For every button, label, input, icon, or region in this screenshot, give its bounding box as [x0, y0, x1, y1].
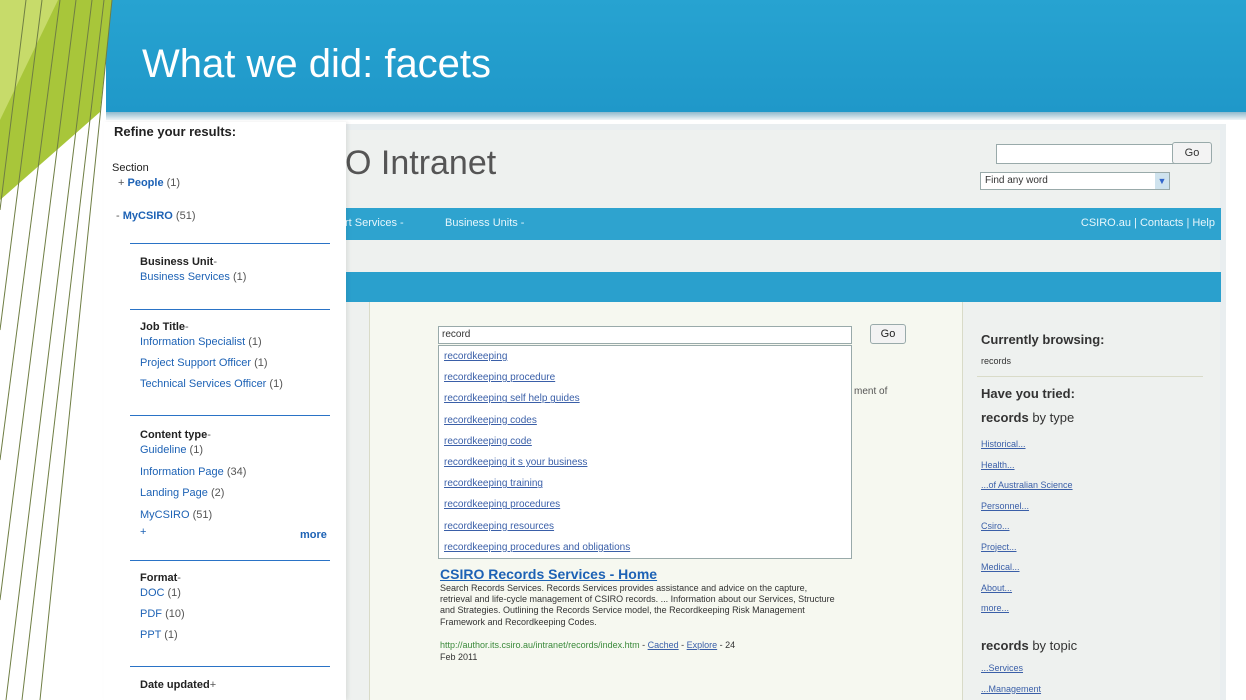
result-title-link[interactable]: CSIRO Records Services - Home	[440, 566, 657, 582]
main-go-button[interactable]: Go	[870, 324, 906, 344]
nav-item-business-units[interactable]: Business Units -	[445, 217, 524, 229]
date-updated-heading[interactable]: Date updated+	[140, 679, 216, 691]
type-links: Historical... Health... ...of Australian S…	[981, 434, 1073, 619]
slide-title: What we did: facets	[142, 42, 492, 86]
type-link[interactable]: Project...	[981, 537, 1073, 558]
facet-item-format[interactable]: PDF (10)	[140, 608, 185, 620]
result-url: http://author.its.csiro.au/intranet/reco…	[440, 640, 640, 650]
suggestion-item[interactable]: recordkeeping it s your business	[439, 452, 851, 473]
browse-sidebar: Currently browsing: records Have you tri…	[967, 302, 1221, 700]
format-heading[interactable]: Format-	[140, 572, 181, 584]
type-link[interactable]: Health...	[981, 455, 1073, 476]
autocomplete-suggestions: recordkeeping recordkeeping procedure reco…	[438, 345, 852, 559]
nav-item-support-services[interactable]: rt Services -	[345, 217, 404, 229]
section-label: Section	[112, 162, 149, 174]
topic-link[interactable]: ...Services	[981, 658, 1041, 679]
suggestion-item[interactable]: recordkeeping procedures and obligations	[439, 537, 851, 558]
facet-item-job-title[interactable]: Project Support Officer (1)	[140, 357, 268, 369]
refine-results-panel: Refine your results: Section + People (1…	[104, 122, 346, 700]
suggestion-item[interactable]: recordkeeping training	[439, 473, 851, 494]
content-type-heading[interactable]: Content type-	[140, 429, 211, 441]
type-link[interactable]: Personnel...	[981, 496, 1073, 517]
currently-browsing-heading: Currently browsing:	[981, 332, 1105, 347]
type-link[interactable]: Historical...	[981, 434, 1073, 455]
find-mode-value: Find any word	[985, 175, 1048, 186]
facet-mycsiro[interactable]: - MyCSIRO (51)	[116, 210, 195, 222]
have-you-tried-heading: Have you tried:	[981, 386, 1075, 401]
find-mode-select[interactable]: Find any word ▼	[980, 172, 1170, 190]
facet-item-business-unit[interactable]: Business Services (1)	[140, 271, 246, 283]
topic-link[interactable]: ...Management	[981, 679, 1041, 700]
result-date: Feb 2011	[440, 652, 478, 662]
suggestion-item[interactable]: recordkeeping code	[439, 431, 851, 452]
facet-people[interactable]: + People (1)	[118, 177, 180, 189]
suggestion-item[interactable]: recordkeeping codes	[439, 410, 851, 431]
type-link[interactable]: Medical...	[981, 557, 1073, 578]
facet-item-job-title[interactable]: Technical Services Officer (1)	[140, 378, 283, 390]
facet-item-format[interactable]: PPT (1)	[140, 629, 178, 641]
refine-heading: Refine your results:	[114, 124, 237, 139]
content-type-more-link[interactable]: more	[300, 529, 327, 541]
facet-item-content-type[interactable]: Landing Page (2)	[140, 487, 224, 499]
suggestion-item[interactable]: recordkeeping	[439, 346, 851, 367]
job-title-heading[interactable]: Job Title-	[140, 321, 189, 333]
cached-link[interactable]: Cached	[648, 640, 679, 650]
result-snippet: Search Records Services. Records Service…	[440, 583, 835, 627]
type-link[interactable]: ...of Australian Science	[981, 475, 1073, 496]
intranet-brand: O Intranet	[345, 144, 497, 182]
records-by-topic-heading: records by topic	[981, 638, 1078, 653]
facet-item-format[interactable]: DOC (1)	[140, 587, 181, 599]
suggestion-item[interactable]: recordkeeping procedures	[439, 494, 851, 515]
intranet-nav-bar: rt Services - Business Units - CSIRO.au …	[345, 208, 1221, 240]
records-by-type-heading: records by type	[981, 410, 1075, 425]
suggestion-item[interactable]: recordkeeping resources	[439, 516, 851, 537]
intranet-page: O Intranet Go Find any word ▼ rt Service…	[344, 130, 1221, 700]
suggestion-item[interactable]: recordkeeping procedure	[439, 367, 851, 388]
explore-link[interactable]: Explore	[687, 640, 718, 650]
nav-right-links[interactable]: CSIRO.au | Contacts | Help	[1081, 217, 1215, 229]
facet-item-content-type[interactable]: Information Page (34)	[140, 466, 246, 478]
topic-links: ...Services ...Management	[981, 658, 1041, 699]
browsing-value: records	[981, 356, 1012, 366]
main-search-input[interactable]: record	[438, 326, 852, 344]
type-link[interactable]: Csiro...	[981, 516, 1073, 537]
facet-item-content-type[interactable]: MyCSIRO (51)	[140, 509, 212, 521]
facet-item-content-type[interactable]: Guideline (1)	[140, 444, 203, 456]
partial-text: ment of	[854, 386, 888, 397]
content-type-more-toggle[interactable]: +	[140, 526, 146, 538]
business-unit-heading[interactable]: Business Unit-	[140, 256, 217, 268]
facet-item-job-title[interactable]: Information Specialist (1)	[140, 336, 262, 348]
top-go-button[interactable]: Go	[1172, 142, 1212, 164]
suggestion-item[interactable]: recordkeeping self help guides	[439, 388, 851, 409]
chevron-down-icon: ▼	[1155, 173, 1169, 189]
intranet-blue-band	[345, 272, 1221, 302]
top-search-input[interactable]	[996, 144, 1184, 164]
type-link[interactable]: more...	[981, 598, 1073, 619]
type-link[interactable]: About...	[981, 578, 1073, 599]
search-content-area: record Go ment of recordkeeping recordkee…	[369, 302, 963, 700]
result-url-line: http://author.its.csiro.au/intranet/reco…	[440, 640, 736, 650]
